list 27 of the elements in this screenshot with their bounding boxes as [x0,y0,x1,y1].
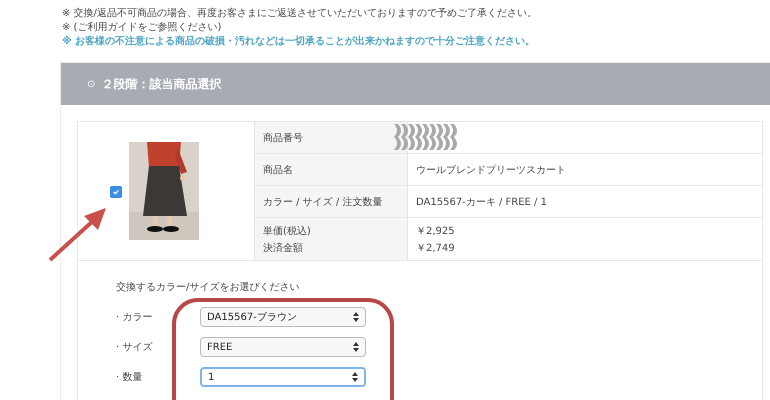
label-text: 決済金額 [263,242,304,254]
label-text: カラー / サイズ / 注文数量 [263,196,384,208]
check-icon [112,188,120,196]
field-label: · 数量 [116,371,144,384]
price-text: ￥2,749 [416,242,456,254]
redaction-drawing [394,124,460,150]
circle-icon: ⊙ [87,78,96,90]
select-field[interactable]: FREE [200,337,366,357]
field-label: · サイズ [116,341,154,354]
checkbox[interactable] [110,186,122,198]
notice-text: ※ 交換/返品不可商品の場合、再度お客さまにご返送させていただいておりますので予めご了承ください。 [62,7,538,21]
select-field[interactable]: 1 [200,367,366,387]
notice-text: ※ お客様の不注意による商品の破損・汚れなどは一切承ることが出来かねますので十分ご注意ください。 [62,35,536,49]
updown-icon [352,372,358,382]
updown-icon [353,312,359,322]
label-text: 商品名 [263,164,294,176]
field-label: · カラー [116,311,154,324]
label-text: 商品番号 [263,132,304,144]
value-text: DA15567-カーキ / FREE / 1 [416,196,548,208]
updown-icon [353,342,359,352]
prompt-text: 交換するカラー/サイズをお選びください [116,280,300,294]
notice-text: ※ (ご利用ガイドをご参照ください) [62,21,222,35]
section-title: ２段階：該当商品選択 [101,76,222,92]
value-text: ウールブレンドプリーツスカート [416,164,567,176]
select-field[interactable]: DA15567-ブラウン [200,307,366,327]
label-text: 単価(税込) [263,224,312,238]
price-text: ￥2,925 [416,224,456,238]
